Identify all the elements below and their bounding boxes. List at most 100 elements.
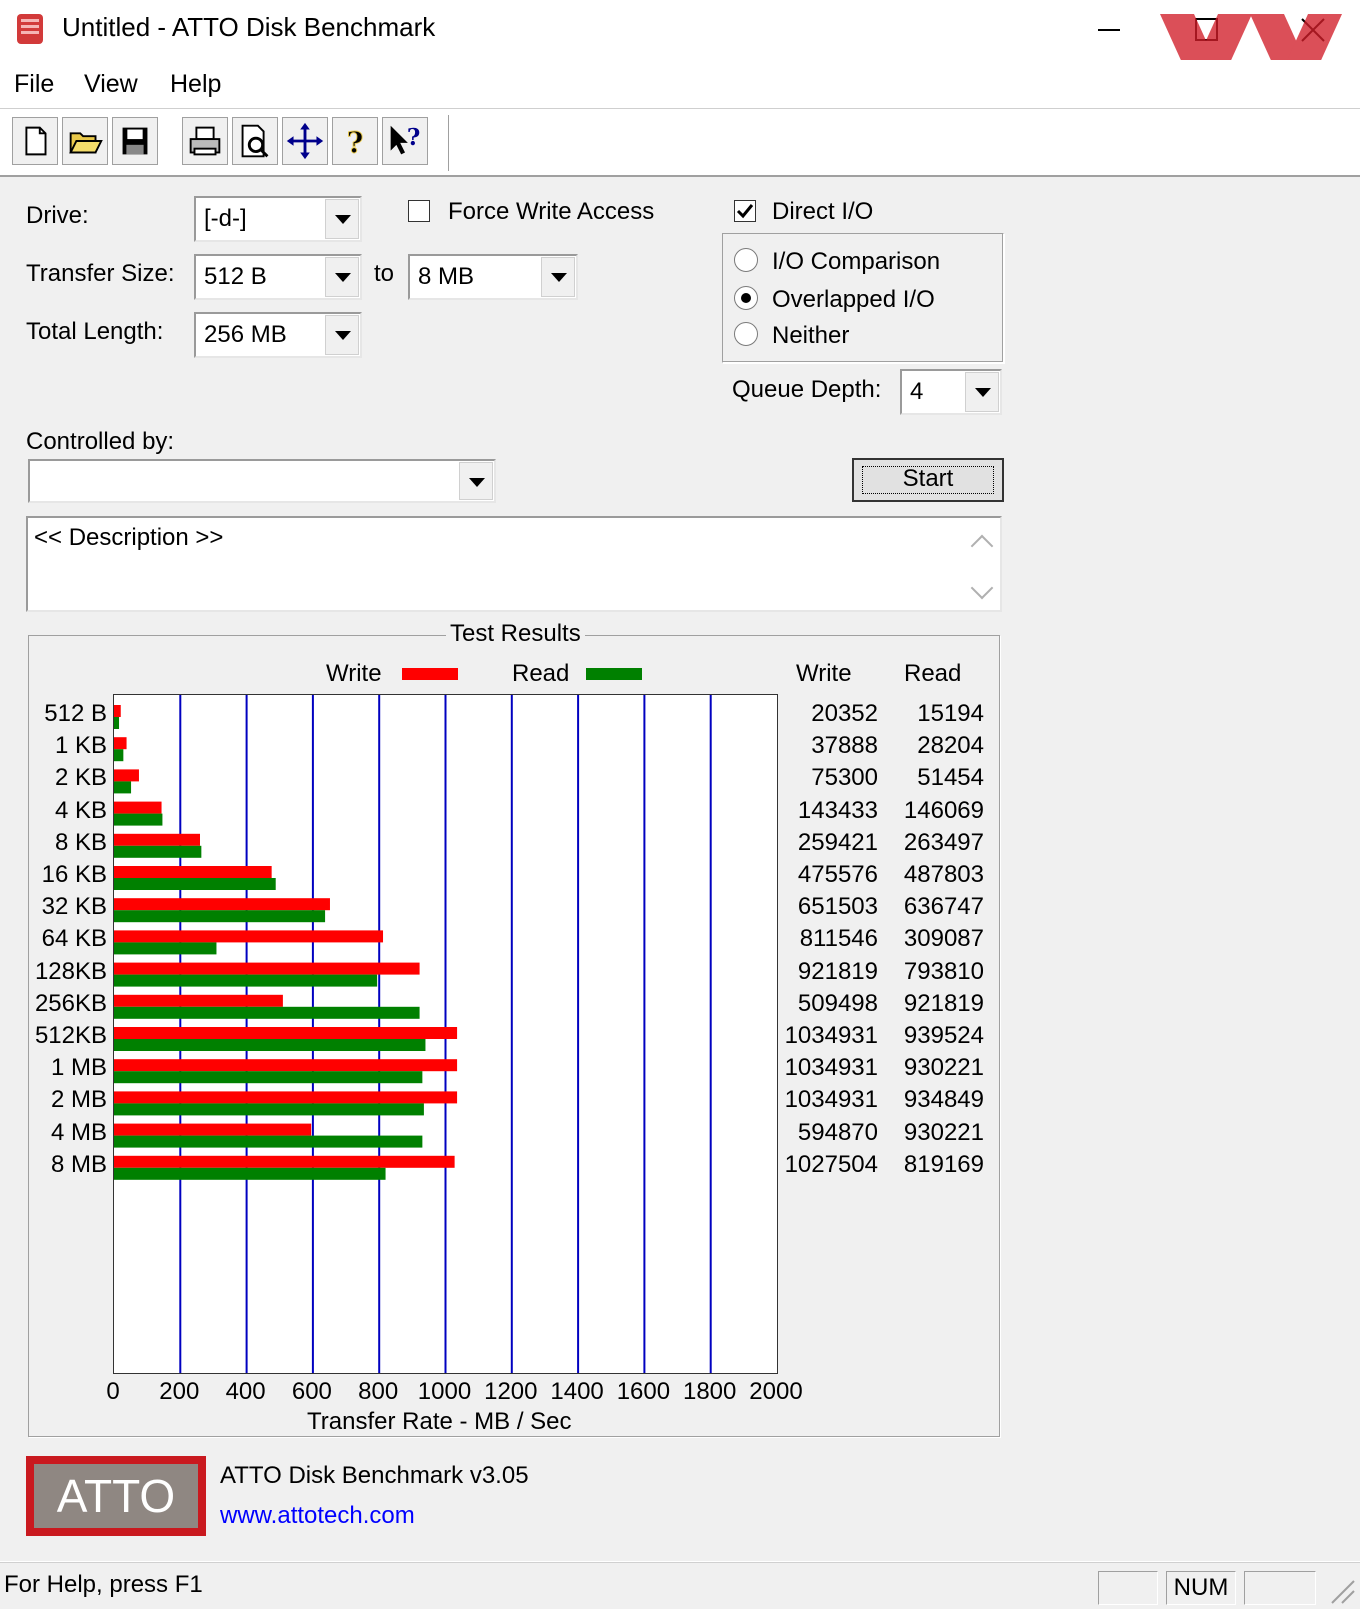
bar-read [114, 1039, 426, 1051]
io-comparison-radio[interactable] [734, 248, 758, 272]
menu-help[interactable]: Help [170, 70, 221, 99]
bar-write [114, 1027, 458, 1039]
bar-write [114, 769, 139, 782]
overlapped-io-radio[interactable] [734, 286, 758, 310]
force-write-checkbox[interactable] [408, 200, 430, 222]
bar-read [114, 717, 120, 729]
write-value: 921819 [797, 957, 878, 985]
description-scrollbar[interactable] [964, 518, 1000, 610]
legend-read-label: Read [512, 660, 570, 687]
new-icon [25, 126, 47, 156]
print-button[interactable] [182, 117, 228, 165]
status-pane-num: NUM [1166, 1571, 1236, 1605]
direct-io-label: Direct I/O [772, 198, 874, 225]
scroll-up-icon[interactable] [970, 534, 994, 558]
read-value: 930221 [903, 1118, 984, 1146]
neither-radio[interactable] [734, 322, 758, 346]
read-value: 636747 [903, 893, 984, 921]
write-value: 75300 [811, 764, 878, 792]
transfer-size-label: Transfer Size: [26, 260, 175, 287]
read-value: 146069 [903, 796, 984, 824]
move-button[interactable] [282, 117, 328, 165]
read-value: 939524 [903, 1022, 984, 1049]
chevron-down-icon[interactable] [459, 462, 493, 500]
bar-read [114, 749, 124, 762]
checkmark-icon [736, 204, 754, 219]
open-button[interactable] [62, 117, 108, 165]
read-value: 263497 [903, 828, 984, 856]
save-button[interactable] [112, 117, 158, 165]
category-label: 2 KB [54, 764, 107, 792]
category-label: 1 KB [54, 732, 107, 760]
chevron-down-icon[interactable] [325, 315, 359, 355]
bar-write [114, 1123, 312, 1136]
read-value: 309087 [903, 925, 984, 953]
bar-read [114, 845, 202, 858]
toolbar: ? ? [0, 109, 1360, 177]
chevron-down-icon[interactable] [325, 199, 359, 239]
io-comparison-label: I/O Comparison [772, 248, 941, 275]
print-preview-button[interactable] [232, 117, 278, 165]
menu-view[interactable]: View [84, 70, 138, 99]
description-text: << Description >> [34, 524, 224, 551]
category-label: 16 KB [41, 861, 107, 888]
title-bar: Untitled - ATTO Disk Benchmark [0, 0, 1360, 142]
write-value: 811546 [799, 925, 878, 953]
new-button[interactable] [12, 117, 58, 165]
start-button[interactable]: Start [852, 458, 1004, 502]
category-label: 8 KB [54, 828, 107, 856]
queue-depth-select[interactable]: 4 [900, 369, 1002, 415]
scroll-down-icon[interactable] [970, 576, 994, 600]
svg-text:?: ? [347, 125, 364, 159]
col-write-header: Write [796, 660, 852, 687]
write-value: 37888 [811, 732, 878, 760]
transfer-to-select[interactable]: 8 MB [408, 254, 578, 300]
drive-select[interactable]: [-d-] [194, 196, 362, 242]
bar-write [114, 962, 420, 975]
resize-grip-icon[interactable] [1326, 1575, 1356, 1605]
bar-write [114, 833, 200, 846]
description-textarea[interactable]: << Description >> [26, 516, 1002, 612]
read-value: 921819 [903, 989, 984, 1017]
total-length-select[interactable]: 256 MB [194, 312, 362, 358]
menu-file[interactable]: File [14, 70, 54, 99]
context-help-button[interactable]: ? [382, 117, 428, 165]
product-version: ATTO Disk Benchmark v3.05 [220, 1462, 529, 1489]
category-label: 256KB [34, 989, 107, 1017]
chart-svg [114, 695, 712, 1373]
chevron-down-icon[interactable] [541, 257, 575, 297]
x-axis-label: Transfer Rate - MB / Sec [307, 1408, 572, 1435]
save-icon [122, 127, 148, 155]
website-link[interactable]: www.attotech.com [220, 1502, 415, 1530]
chevron-down-icon[interactable] [325, 257, 359, 297]
queue-depth-value: 4 [910, 378, 924, 405]
focus-rect [862, 466, 994, 494]
write-value: 594870 [797, 1118, 878, 1146]
open-icon [69, 132, 103, 154]
transfer-from-select[interactable]: 512 B [194, 254, 362, 300]
write-value: 651503 [797, 893, 878, 921]
overlapped-io-label: Overlapped I/O [772, 286, 935, 313]
write-value: 259421 [797, 828, 878, 856]
bar-write [114, 866, 272, 878]
bar-read [114, 1006, 420, 1019]
status-pane-scrl [1244, 1571, 1316, 1605]
bar-write [114, 1091, 458, 1104]
controlled-by-select[interactable] [28, 459, 496, 503]
bar-write [114, 1059, 458, 1072]
minimize-button[interactable] [1086, 8, 1132, 52]
drive-label: Drive: [26, 202, 89, 229]
bar-write [114, 801, 162, 814]
bar-read [114, 974, 378, 987]
write-value: 509498 [797, 989, 878, 1017]
help-button[interactable]: ? [332, 117, 378, 165]
help-icon: ? [346, 125, 364, 160]
print-icon [189, 126, 221, 156]
bar-read [114, 910, 326, 923]
read-value: 28204 [917, 732, 984, 760]
move-icon [286, 122, 324, 160]
category-label: 32 KB [41, 893, 107, 921]
app-icon [14, 12, 46, 46]
chevron-down-icon[interactable] [965, 372, 999, 412]
direct-io-checkbox[interactable] [734, 200, 756, 222]
